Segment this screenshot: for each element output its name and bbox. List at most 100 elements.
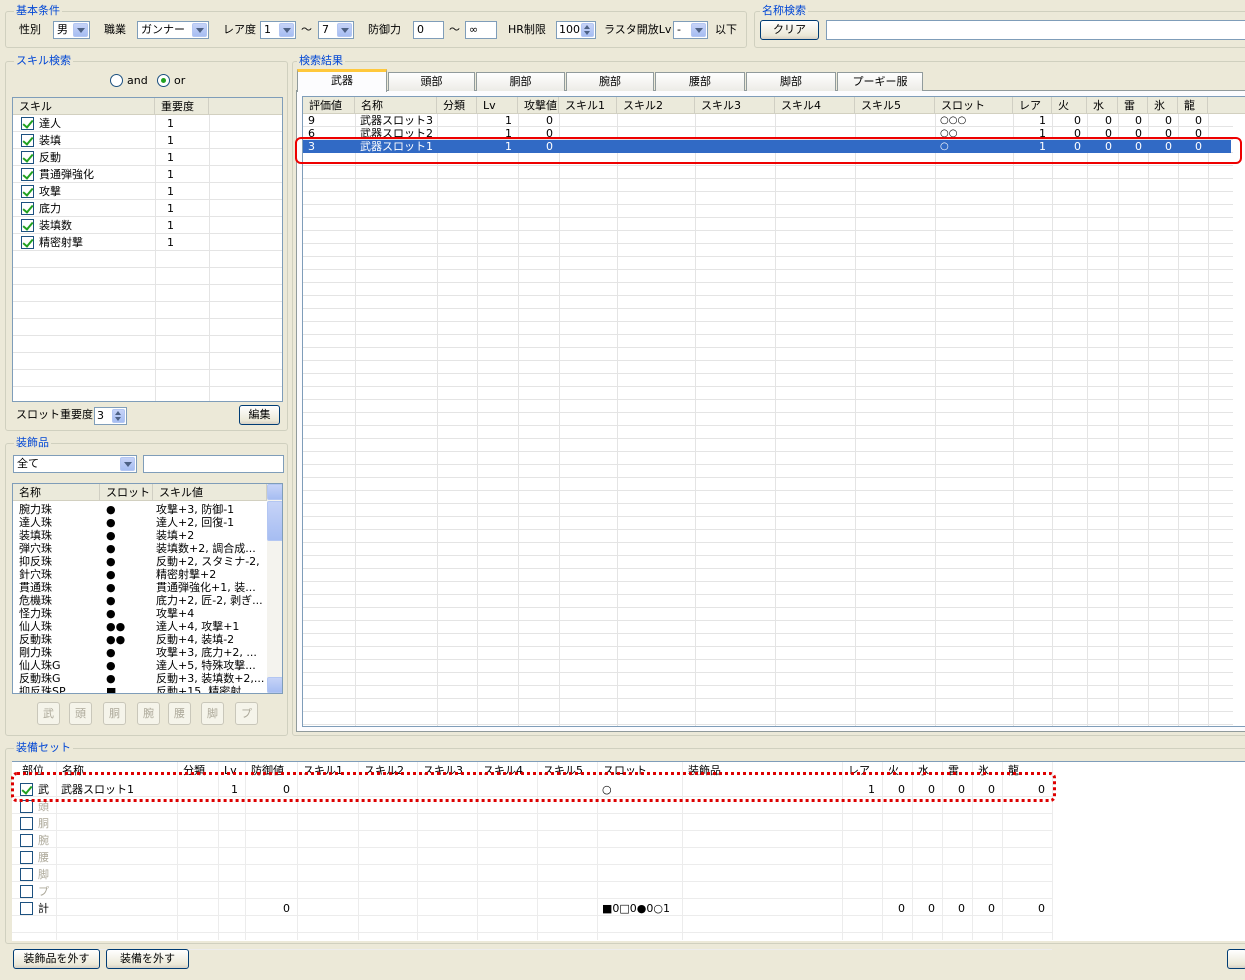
column-header-3[interactable]: Lv [477,97,518,114]
part-button-3[interactable]: 腕 [137,702,160,725]
skill-row[interactable]: 精密射撃 1 [13,234,282,251]
equip-checkbox[interactable] [20,817,33,830]
column-header-13[interactable]: 水 [1087,97,1118,114]
equip-total-checkbox[interactable] [20,902,33,915]
column-header-7[interactable]: スキル3 [695,97,775,114]
column-header-name[interactable]: 名称 [13,484,100,501]
decoration-row[interactable]: 反動珠G ● 反動+3, 装填数+2,... [13,672,267,685]
skill-row[interactable]: 底力 1 [13,200,282,217]
tab-1[interactable]: 頭部 [388,72,475,91]
column-header-9[interactable]: スキル5 [855,97,935,114]
name-search-input[interactable] [826,20,1245,40]
skill-row[interactable]: 攻撃 1 [13,183,282,200]
remove-decorations-button[interactable]: 装飾品を外す [13,949,100,969]
decoration-row[interactable]: 貫通珠 ● 貫通弾強化+1, 装... [13,581,267,594]
decoration-row[interactable]: 危機珠 ● 底力+2, 匠-2, 剥ぎ... [13,594,267,607]
right-edge-button[interactable] [1227,949,1245,969]
decoration-list[interactable]: 名称 スロット スキル値 腕力珠 ● 攻撃+3, 防御-1 達人珠 ● 達人+2, 回復-… [12,483,283,694]
skill-row[interactable]: 達人 1 [13,115,282,132]
decoration-row[interactable]: 抑反珠SP ■ 反動+15, 精密射... [13,685,267,693]
column-header-skill-value[interactable]: スキル値 [153,484,267,501]
equip-row[interactable]: 胴 [12,815,1052,832]
chevron-down-icon[interactable] [73,23,88,37]
column-header-0[interactable]: 評価値 [303,97,355,114]
column-header-importance[interactable]: 重要度 [155,98,209,115]
column-header-2[interactable]: 分類 [437,97,477,114]
skill-checkbox[interactable] [21,168,34,181]
spinner-arrows-icon[interactable] [112,409,125,423]
scroll-up-icon[interactable] [267,484,282,500]
rarity-min-select[interactable]: 1 [260,21,296,39]
skill-row[interactable]: 貫通弾強化 1 [13,166,282,183]
skill-row[interactable]: 装填数 1 [13,217,282,234]
column-header-4[interactable]: 攻撃値 [518,97,559,114]
part-button-4[interactable]: 腰 [168,702,191,725]
decoration-row[interactable]: 腕力珠 ● 攻撃+3, 防御-1 [13,503,267,516]
tab-0[interactable]: 武器 [297,69,387,92]
decoration-row[interactable]: 仙人珠 ●● 達人+4, 攻撃+1 [13,620,267,633]
scroll-down-icon[interactable] [267,677,282,693]
rarity-max-select[interactable]: 7 [318,21,354,39]
edit-button[interactable]: 編集 [239,405,280,425]
part-button-0[interactable]: 武 [37,702,60,725]
decoration-row[interactable]: 装填珠 ● 装填+2 [13,529,267,542]
decoration-row[interactable]: 達人珠 ● 達人+2, 回復-1 [13,516,267,529]
column-header-10[interactable]: スロット [935,97,1013,114]
skill-checkbox[interactable] [21,202,34,215]
remove-equipment-button[interactable]: 装備を外す [106,949,189,969]
column-header-12[interactable]: 火 [1052,97,1087,114]
equip-row[interactable]: 腰 [12,849,1052,866]
slot-importance-spinner[interactable]: 3 [94,407,127,425]
decoration-search-input[interactable] [143,455,284,473]
chevron-down-icon[interactable] [337,23,352,37]
last-level-select[interactable]: - [673,21,708,39]
skill-checkbox[interactable] [21,134,34,147]
chevron-down-icon[interactable] [192,23,207,37]
and-radio[interactable] [110,74,123,87]
tab-6[interactable]: プーギー服 [837,72,923,91]
skill-list[interactable]: スキル 重要度 達人 1 装填 1 反動 1 貫通弾強化 1 攻撃 1 底力 1 装填数 1 精密射撃 1 [12,97,283,402]
decoration-row[interactable]: 抑反珠 ● 反動+2, スタミナ-2, ... [13,555,267,568]
chevron-down-icon[interactable] [279,23,294,37]
part-button-6[interactable]: プ [235,702,258,725]
skill-row[interactable]: 装填 1 [13,132,282,149]
equip-row[interactable]: プ [12,883,1052,900]
or-radio[interactable] [157,74,170,87]
equip-checkbox[interactable] [20,851,33,864]
part-button-5[interactable]: 脚 [201,702,224,725]
decoration-row[interactable]: 弾穴珠 ● 装填数+2, 調合成... [13,542,267,555]
chevron-down-icon[interactable] [691,23,706,37]
column-header-6[interactable]: スキル2 [617,97,695,114]
clear-button[interactable]: クリア [760,20,819,40]
decoration-row[interactable]: 針穴珠 ● 精密射撃+2 [13,568,267,581]
scroll-thumb[interactable] [267,501,282,541]
part-button-1[interactable]: 頭 [69,702,92,725]
decoration-row[interactable]: 反動珠 ●● 反動+4, 装填-2 [13,633,267,646]
column-header-5[interactable]: スキル1 [559,97,617,114]
equip-checkbox[interactable] [20,868,33,881]
equip-checkbox[interactable] [20,885,33,898]
column-header-16[interactable]: 龍 [1178,97,1208,114]
tab-3[interactable]: 腕部 [566,72,654,91]
tab-4[interactable]: 腰部 [655,72,745,91]
skill-checkbox[interactable] [21,117,34,130]
column-header-14[interactable]: 雷 [1118,97,1148,114]
skill-row[interactable]: 反動 1 [13,149,282,166]
result-row[interactable]: 9 武器スロット3 1 0 ○○○ 1 0 0 0 0 0 [303,114,1233,127]
column-header-11[interactable]: レア [1013,97,1052,114]
column-header-8[interactable]: スキル4 [775,97,855,114]
column-header-skill[interactable]: スキル [13,98,155,115]
spinner-arrows-icon[interactable] [581,23,594,37]
skill-checkbox[interactable] [21,151,34,164]
column-header-slot[interactable]: スロット [100,484,153,501]
defense-max-input[interactable]: ∞ [465,21,497,39]
tab-2[interactable]: 胴部 [476,72,565,91]
column-header-1[interactable]: 名称 [355,97,437,114]
tab-5[interactable]: 脚部 [746,72,836,91]
decoration-row[interactable]: 怪力珠 ● 攻撃+4 [13,607,267,620]
equip-checkbox[interactable] [20,834,33,847]
defense-min-input[interactable]: 0 [413,21,444,39]
chevron-down-icon[interactable] [120,457,135,471]
job-select[interactable]: ガンナー [137,21,209,39]
equip-row[interactable]: 脚 [12,866,1052,883]
